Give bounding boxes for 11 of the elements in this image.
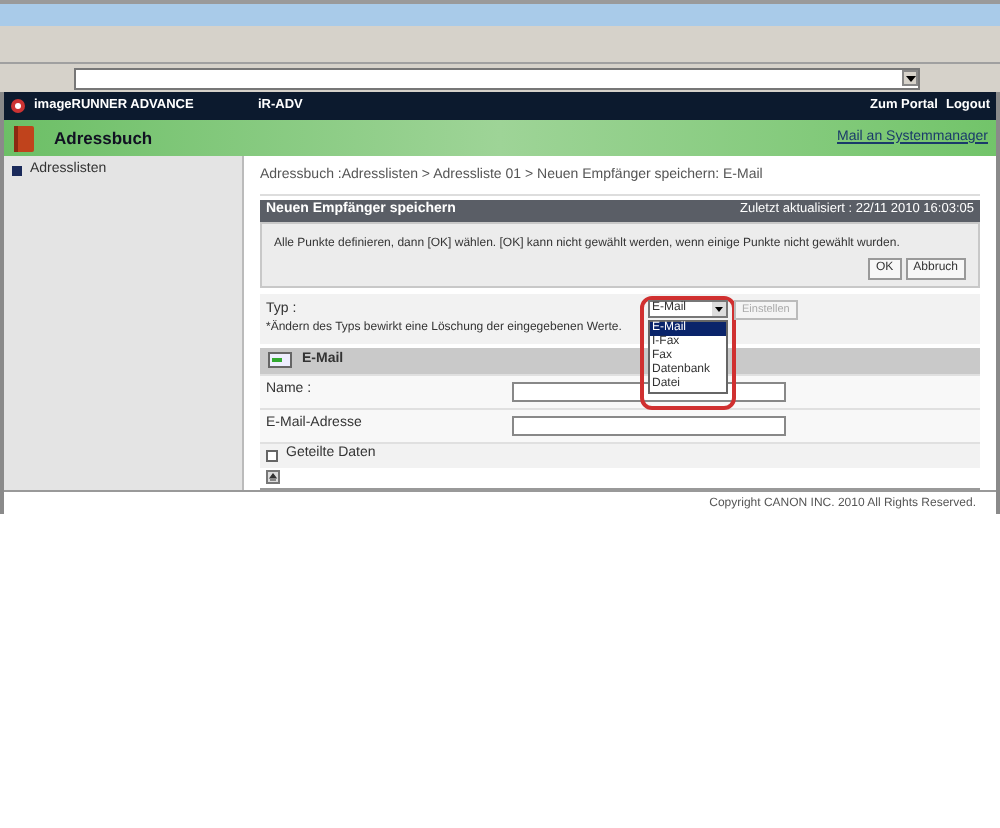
dropdown-arrow-icon[interactable] xyxy=(712,301,726,315)
input-field[interactable] xyxy=(512,415,786,435)
logo-icon xyxy=(10,98,26,114)
dropdown-arrow-icon[interactable] xyxy=(902,70,918,86)
book-icon xyxy=(12,125,36,151)
address-field[interactable] xyxy=(74,67,920,89)
mail-icon xyxy=(268,352,292,368)
page-title: Adressbuch xyxy=(54,125,153,151)
checkbox[interactable] xyxy=(266,449,278,461)
scroll-top-icon[interactable] xyxy=(266,470,280,484)
input-field[interactable] xyxy=(512,381,786,401)
